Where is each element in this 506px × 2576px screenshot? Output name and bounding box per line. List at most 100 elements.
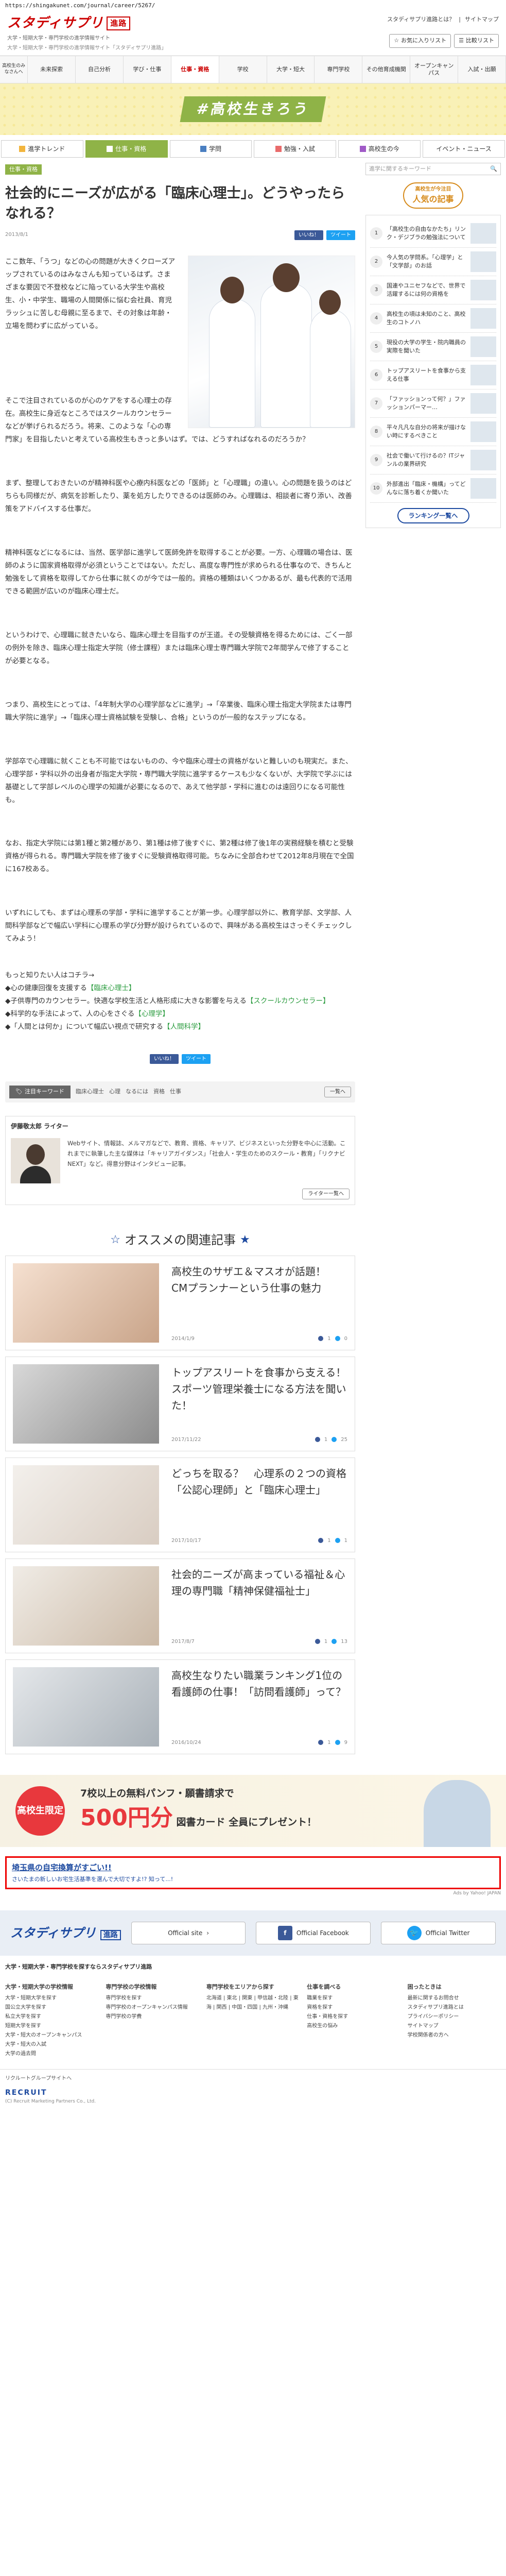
gnav-item-vocational[interactable]: 専門学校 <box>315 56 363 83</box>
article-category-tag[interactable]: 仕事・資格 <box>5 164 42 175</box>
cat-study[interactable]: 学問 <box>169 140 252 158</box>
ranking-item[interactable]: 10 外部進出「臨床・機構」ってどんなに落ち着くか聞いた <box>370 474 496 503</box>
promo-present: 全員にプレゼント！ <box>229 1816 317 1828</box>
cat-event[interactable]: イベント・ニュース <box>423 140 505 158</box>
gnav-item-study-work[interactable]: 学び・仕事 <box>124 56 171 83</box>
related-card[interactable]: 高校生なりたい職業ランキング1位の看護師の仕事！「訪問看護師」って？ 2016/… <box>5 1659 355 1754</box>
ranking-list-button[interactable]: ランキング一覧へ <box>397 508 469 523</box>
keywords-more-button[interactable]: 一覧へ <box>324 1086 351 1097</box>
link-school-counselor[interactable]: 【スクールカウンセラー】 <box>247 997 330 1005</box>
group-link[interactable]: リクルートグループサイトへ <box>5 2075 501 2082</box>
cat-trend[interactable]: 進学トレンド <box>1 140 83 158</box>
footer-link[interactable]: 大学・短期大学を探す <box>5 1994 98 2003</box>
cat-job[interactable]: 仕事・資格 <box>85 140 168 158</box>
related-card[interactable]: トップアスリートを食事から支える！スポーツ管理栄養士になる方法を聞いた！ 201… <box>5 1356 355 1451</box>
sidebar-search[interactable]: 進学に関するキーワード 🔍 <box>365 163 501 175</box>
writer-list-button[interactable]: ライター一覧へ <box>302 1188 350 1199</box>
footer-link[interactable]: 大学の過去問 <box>5 2049 98 2059</box>
gnav-item-school[interactable]: 学校 <box>219 56 267 83</box>
rank-thumbnail <box>470 478 496 499</box>
footer-link[interactable]: 仕事・資格を探す <box>307 2012 400 2022</box>
footer-link[interactable]: 大学・短大の入試 <box>5 2040 98 2049</box>
footer-link[interactable]: 最新に関するお問合せ <box>408 1994 501 2003</box>
footer-link[interactable]: 国公立大学を探す <box>5 2003 98 2012</box>
gnav-item-self[interactable]: 自己分析 <box>76 56 124 83</box>
search-icon[interactable]: 🔍 <box>490 165 497 174</box>
footer-link[interactable]: 九州・沖縄 <box>263 2005 288 2010</box>
related-card[interactable]: 社会的ニーズが高まっている福祉＆心理の専門職「精神保健福祉士」 2017/8/7… <box>5 1558 355 1653</box>
sticky-ad-link[interactable]: 埼玉県の自宅換算がすごい!! <box>12 1863 112 1872</box>
footer-link[interactable]: 関東 <box>242 1995 252 2001</box>
ranking-item[interactable]: 4 高校生の頃は未知のこと、高校生のコトノハ <box>370 304 496 333</box>
ranking-item[interactable]: 6 トップアスリートを食事から支える仕事 <box>370 361 496 389</box>
facebook-like-button-bottom[interactable]: いいね！ <box>150 1054 179 1064</box>
tweet-button[interactable]: ツイート <box>326 230 355 241</box>
footer-link[interactable]: 専門学校の学費 <box>106 2012 199 2022</box>
footer-link[interactable]: 東北 <box>227 1995 237 2001</box>
footer-link[interactable]: 専門学校のオープンキャンパス情報 <box>106 2003 199 2012</box>
related-card[interactable]: 高校生のサザエ＆マスオが話題！ CMプランナーという仕事の魅力 2014/1/9… <box>5 1255 355 1350</box>
footer-link[interactable]: 私立大学を探す <box>5 2012 98 2022</box>
related-card[interactable]: どっちを取る？ 心理系の２つの資格「公認心理師」と「臨床心理士」 2017/10… <box>5 1457 355 1552</box>
ranking-item[interactable]: 2 今人気の学問系。「心理学」と「文学部」のお話 <box>370 248 496 276</box>
keyword-tag[interactable]: 心理 <box>109 1088 120 1096</box>
ranking-item[interactable]: 7 「ファッションって何？」ファッションパーマー… <box>370 389 496 418</box>
cat-exam[interactable]: 勉強・入試 <box>254 140 337 158</box>
keyword-tag[interactable]: なるには <box>126 1088 148 1096</box>
sitemap-link[interactable]: サイトマップ <box>465 15 499 24</box>
footer-link[interactable]: 関西 <box>217 2005 227 2010</box>
official-facebook-button[interactable]: f Official Facebook <box>256 1922 371 1945</box>
footer-link[interactable]: 中国・四国 <box>232 2005 257 2010</box>
hero-banner[interactable]: #高校生きろう <box>0 83 506 135</box>
ads-by-label[interactable]: Ads by Yahoo! JAPAN <box>0 1889 506 1899</box>
compare-list-button[interactable]: ☰ 比較リスト <box>454 34 499 48</box>
gnav-item-opencampus[interactable]: オープンキャンパス <box>410 56 459 83</box>
card-title: どっちを取る？ 心理系の２つの資格「公認心理師」と「臨床心理士」 <box>171 1467 346 1496</box>
footer-link[interactable]: 高校生の悩み <box>307 2022 400 2031</box>
keyword-tag[interactable]: 臨床心理士 <box>76 1088 104 1096</box>
cat-now-label: 高校生の今 <box>368 145 399 152</box>
ranking-item[interactable]: 8 平々凡凡な自分の将来が描けない時にするべきこと <box>370 418 496 446</box>
link-psychology[interactable]: 【心理学】 <box>134 1010 169 1018</box>
footer-link[interactable]: スタディサプリ進路とは <box>408 2003 501 2012</box>
gnav-item-exam[interactable]: 入試・出願 <box>458 56 506 83</box>
cat-now[interactable]: 高校生の今 <box>338 140 421 158</box>
footer-link[interactable]: 大学・短大のオープンキャンパス <box>5 2031 98 2040</box>
official-twitter-button[interactable]: 🐦 Official Twitter <box>381 1922 496 1945</box>
official-site-button[interactable]: Official site › <box>131 1922 246 1945</box>
footer-col-title: 困ったときは <box>407 1983 442 1990</box>
footer-link[interactable]: 専門学校を探す <box>106 1994 199 2003</box>
gnav-item-other[interactable]: その他育成機関 <box>362 56 411 83</box>
sticky-ad[interactable]: 埼玉県の自宅換算がすごい!! さいたまの新しいお宅生活基準を選んで大切ですよ!?… <box>5 1856 501 1889</box>
keyword-tag[interactable]: 資格 <box>153 1088 165 1096</box>
footer-link[interactable]: 北海道 <box>206 1995 222 2001</box>
fb-count: 1 <box>324 1638 328 1645</box>
favorite-list-button[interactable]: ☆ お気に入りリスト <box>389 34 451 48</box>
card-meta: 2014/1/9 10 <box>171 1335 347 1343</box>
ranking-item[interactable]: 3 国連やユニセフなどで、世界で活躍するには何の資格を <box>370 276 496 304</box>
footer-logo[interactable]: スタディサプリ 進路 <box>10 1924 121 1942</box>
tweet-button-bottom[interactable]: ツイート <box>182 1054 211 1064</box>
footer-link[interactable]: プライバシーポリシー <box>408 2012 501 2022</box>
about-link[interactable]: スタディサプリ進路とは？ <box>387 15 455 24</box>
footer-link[interactable]: 学校関係者の方へ <box>408 2031 501 2040</box>
footer-link[interactable]: 甲信越・北陸 <box>257 1995 288 2001</box>
gnav-item-highschool[interactable]: 高校生のみなさんへ <box>0 56 28 83</box>
gnav-item-future[interactable]: 未来探索 <box>28 56 76 83</box>
footer-link[interactable]: 資格を探す <box>307 2003 400 2012</box>
recruit-logo[interactable]: RECRUIT <box>5 2088 501 2098</box>
promo-banner[interactable]: 高校生限定 7校以上の無料パンフ・願書請求で 500円分 図書カード 全員にプレ… <box>0 1774 506 1847</box>
footer-link[interactable]: サイトマップ <box>408 2022 501 2031</box>
official-site-label: Official site <box>168 1929 203 1937</box>
gnav-item-univ[interactable]: 大学・短大 <box>267 56 315 83</box>
link-human-science[interactable]: 【人間科学】 <box>163 1023 205 1031</box>
facebook-like-button[interactable]: いいね！ <box>294 230 323 241</box>
keyword-tag[interactable]: 仕事 <box>170 1088 181 1096</box>
gnav-item-job[interactable]: 仕事・資格 <box>171 56 219 83</box>
ranking-item[interactable]: 5 現役の大学の学生・院内職員の実際を聞いた <box>370 333 496 361</box>
footer-link[interactable]: 短期大学を探す <box>5 2022 98 2031</box>
link-clinical-psychologist[interactable]: 【臨床心理士】 <box>87 984 136 992</box>
footer-link[interactable]: 職業を探す <box>307 1994 400 2003</box>
ranking-item[interactable]: 1 「高校生の自由なかたち」リンク・デジブラの勉強法について <box>370 219 496 248</box>
ranking-item[interactable]: 9 社会で働いて行けるの？ITジャンルの業界研究 <box>370 446 496 474</box>
